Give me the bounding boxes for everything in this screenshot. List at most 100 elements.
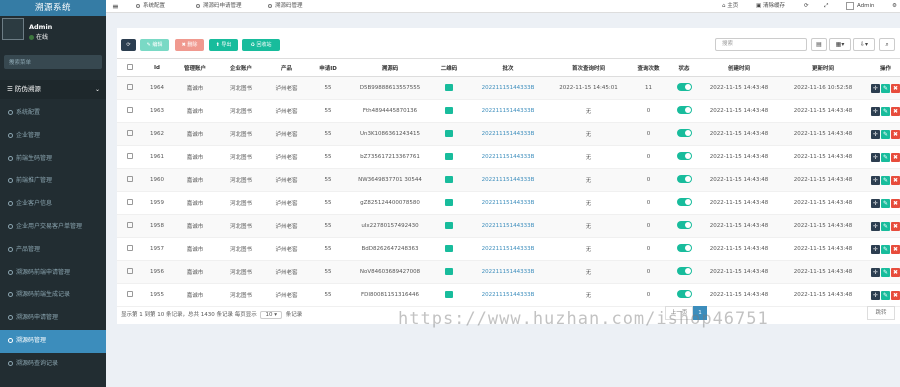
- status-toggle[interactable]: [671, 168, 697, 192]
- page-size-select[interactable]: 10 ▾: [260, 311, 282, 319]
- search-icon[interactable]: ⌕: [9, 57, 97, 66]
- cell-batch[interactable]: 20221115144333B: [465, 168, 551, 192]
- delete-button[interactable]: ✖ 删除: [175, 39, 204, 51]
- trash-icon[interactable]: ✖: [891, 106, 900, 116]
- move-icon[interactable]: ✛: [871, 175, 880, 185]
- column-header[interactable]: 创建时间: [697, 58, 781, 77]
- column-header[interactable]: 申请ID: [309, 58, 347, 77]
- sidebar-item[interactable]: 企业用户交易客户单管理: [0, 216, 106, 239]
- move-icon[interactable]: ✛: [871, 221, 880, 231]
- pencil-icon[interactable]: ✎: [881, 175, 890, 185]
- table-row[interactable]: 1962 嘉诚市 河北图书 泸州老窖 55 Un3K1086361243415 202211…: [117, 122, 900, 146]
- row-checkbox[interactable]: [117, 260, 142, 284]
- table-row[interactable]: 1964 嘉诚市 河北图书 泸州老窖 55 D5B99888613557555 202211…: [117, 76, 900, 100]
- gear-icon[interactable]: ⚙: [892, 0, 897, 13]
- status-toggle[interactable]: [671, 260, 697, 284]
- table-row[interactable]: 1958 嘉诚市 河北图书 泸州老窖 55 uIx22780157492430 202211…: [117, 214, 900, 238]
- pencil-icon[interactable]: ✎: [881, 198, 890, 208]
- pencil-icon[interactable]: ✎: [881, 83, 890, 93]
- table-row[interactable]: 1963 嘉诚市 河北图书 泸州老窖 55 Fth4894445870136 2022111…: [117, 99, 900, 123]
- move-icon[interactable]: ✛: [871, 152, 880, 162]
- qrcode-icon[interactable]: [433, 168, 465, 192]
- status-toggle[interactable]: [671, 237, 697, 261]
- edit-button[interactable]: ✎ 编辑: [140, 39, 169, 51]
- menu-section-toggle[interactable]: ☰ 防伪溯源 ⌄: [0, 80, 106, 99]
- brand-logo[interactable]: 溯源系统: [0, 0, 106, 16]
- row-checkbox[interactable]: [117, 168, 142, 192]
- cell-batch[interactable]: 20221115144333B: [465, 283, 551, 307]
- column-header[interactable]: 状态: [671, 58, 697, 77]
- row-checkbox[interactable]: [117, 76, 142, 100]
- move-icon[interactable]: ✛: [871, 106, 880, 116]
- trash-icon[interactable]: ✖: [891, 83, 900, 93]
- qrcode-icon[interactable]: [433, 145, 465, 169]
- cell-batch[interactable]: 20221115144333B: [465, 99, 551, 123]
- pencil-icon[interactable]: ✎: [881, 244, 890, 254]
- qrcode-icon[interactable]: [433, 99, 465, 123]
- trash-icon[interactable]: ✖: [891, 129, 900, 139]
- export-dropdown-icon[interactable]: ⇩▾: [853, 38, 875, 51]
- cell-batch[interactable]: 20221115144333B: [465, 145, 551, 169]
- qrcode-icon[interactable]: [433, 76, 465, 100]
- column-header[interactable]: 管理账户: [172, 58, 218, 77]
- tab-code-manage[interactable]: 溯源码管理: [268, 0, 303, 13]
- sidebar-item[interactable]: 产品管理: [0, 239, 106, 262]
- table-search-input[interactable]: 搜索: [715, 38, 807, 51]
- move-icon[interactable]: ✛: [871, 129, 880, 139]
- fullscreen-icon[interactable]: ⤢: [824, 0, 828, 13]
- trash-icon[interactable]: ✖: [891, 221, 900, 231]
- sidebar-item[interactable]: 前端推广管理: [0, 170, 106, 193]
- sidebar-item[interactable]: 企业客户信息: [0, 193, 106, 216]
- status-toggle[interactable]: [671, 122, 697, 146]
- sidebar-item[interactable]: 溯源码前端申请管理: [0, 262, 106, 285]
- status-toggle[interactable]: [671, 99, 697, 123]
- cell-batch[interactable]: 20221115144333B: [465, 191, 551, 215]
- clear-cache-button[interactable]: ▣ 清除缓存: [756, 0, 785, 13]
- export-button[interactable]: ⬆ 导出: [209, 39, 238, 51]
- trash-icon[interactable]: ✖: [891, 244, 900, 254]
- toggle-view-icon[interactable]: ▤: [811, 38, 827, 51]
- table-row[interactable]: 1957 嘉诚市 河北图书 泸州老窖 55 BdD8262647248363 2022111…: [117, 237, 900, 261]
- sidebar-item[interactable]: 企业管理: [0, 125, 106, 148]
- hamburger-icon[interactable]: ≡: [112, 0, 119, 13]
- sidebar-item[interactable]: 溯源码查询记录: [0, 353, 106, 376]
- recycle-button[interactable]: ♻ 回收站: [242, 39, 280, 51]
- column-header[interactable]: 溯源码: [347, 58, 433, 77]
- move-icon[interactable]: ✛: [871, 267, 880, 277]
- sidebar-item[interactable]: 溯源码申请管理: [0, 307, 106, 330]
- status-toggle[interactable]: [671, 76, 697, 100]
- row-checkbox[interactable]: [117, 191, 142, 215]
- trash-icon[interactable]: ✖: [891, 175, 900, 185]
- move-icon[interactable]: ✛: [871, 83, 880, 93]
- column-header[interactable]: 首次查询时间: [551, 58, 626, 77]
- trash-icon[interactable]: ✖: [891, 290, 900, 300]
- qrcode-icon[interactable]: [433, 214, 465, 238]
- admin-menu[interactable]: Admin: [846, 0, 875, 13]
- qrcode-icon[interactable]: [433, 237, 465, 261]
- column-header[interactable]: 查询次数: [626, 58, 671, 77]
- table-row[interactable]: 1960 嘉诚市 河北图书 泸州老窖 55 NW3649837701 30544 20221…: [117, 168, 900, 192]
- column-header[interactable]: 批次: [465, 58, 551, 77]
- pencil-icon[interactable]: ✎: [881, 290, 890, 300]
- table-row[interactable]: 1959 嘉诚市 河北图书 泸州老窖 55 gZ825124400078580 202211…: [117, 191, 900, 215]
- move-icon[interactable]: ✛: [871, 198, 880, 208]
- status-toggle[interactable]: [671, 214, 697, 238]
- table-row[interactable]: 1961 嘉诚市 河北图书 泸州老窖 55 bZ735617213367761 202211…: [117, 145, 900, 169]
- pencil-icon[interactable]: ✎: [881, 267, 890, 277]
- column-header[interactable]: 二维码: [433, 58, 465, 77]
- move-icon[interactable]: ✛: [871, 290, 880, 300]
- cell-batch[interactable]: 20221115144333B: [465, 214, 551, 238]
- qrcode-icon[interactable]: [433, 191, 465, 215]
- qrcode-icon[interactable]: [433, 260, 465, 284]
- pencil-icon[interactable]: ✎: [881, 129, 890, 139]
- sidebar-item-active[interactable]: 溯源码管理: [0, 329, 106, 353]
- home-link[interactable]: ⌂ 主页: [722, 0, 738, 13]
- column-header[interactable]: 产品: [264, 58, 309, 77]
- status-toggle[interactable]: [671, 145, 697, 169]
- table-row[interactable]: 1956 嘉诚市 河北图书 泸州老窖 55 NoV84603689427008 202211…: [117, 260, 900, 284]
- column-header[interactable]: 更新时间: [781, 58, 865, 77]
- columns-dropdown-icon[interactable]: ▦▾: [829, 38, 851, 51]
- status-toggle[interactable]: [671, 191, 697, 215]
- select-all-checkbox[interactable]: [117, 58, 142, 77]
- cell-batch[interactable]: 20221115144333B: [465, 76, 551, 100]
